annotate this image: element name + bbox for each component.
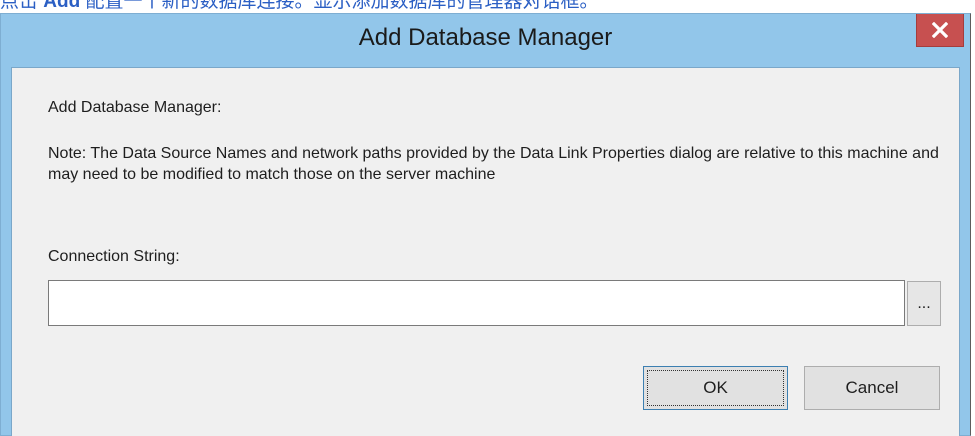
- dialog-title: Add Database Manager: [358, 24, 613, 51]
- note-text: Note: The Data Source Names and network …: [48, 145, 939, 183]
- caption-bold: Add: [43, 0, 81, 12]
- title-bar[interactable]: Add Database Manager: [1, 14, 970, 66]
- connection-string-label: Connection String:: [48, 248, 180, 265]
- close-button[interactable]: [916, 14, 964, 47]
- connection-string-input[interactable]: [48, 280, 905, 326]
- focus-rectangle: [647, 370, 784, 406]
- ok-button[interactable]: OK: [643, 366, 788, 410]
- add-database-manager-dialog: Add Database Manager Add Database Manage…: [0, 13, 971, 436]
- browse-button[interactable]: ...: [907, 281, 941, 326]
- section-heading: Add Database Manager:: [48, 99, 222, 116]
- caption-prefix: 点击: [0, 0, 44, 12]
- cancel-button[interactable]: Cancel: [804, 366, 940, 410]
- dialog-content: Add Database Manager: Note: The Data Sou…: [11, 67, 960, 436]
- caption-suffix: 配置一个新的数据库连接。显示添加数据库的管理器对话框。: [80, 0, 599, 12]
- background-caption: 点击 Add 配置一个新的数据库连接。显示添加数据库的管理器对话框。: [0, 0, 975, 13]
- close-icon: [932, 22, 948, 38]
